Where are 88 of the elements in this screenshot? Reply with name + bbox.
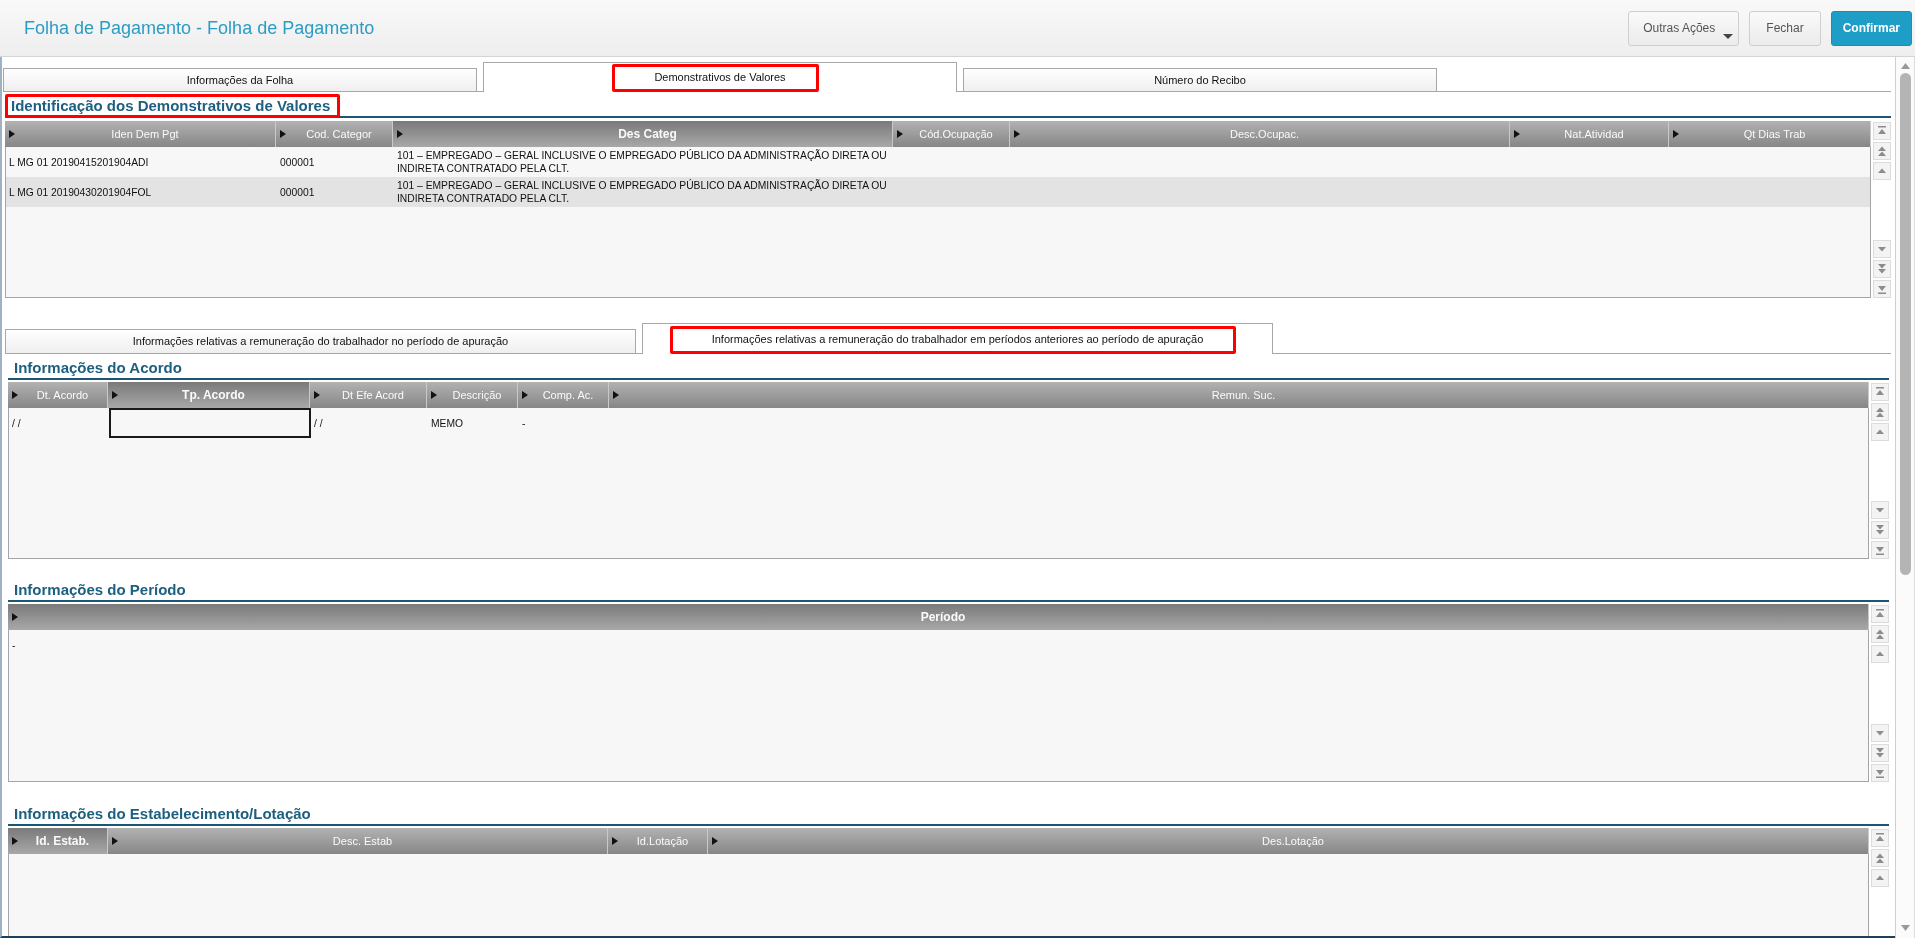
column-header[interactable]: Qt Dias Trab [1669,121,1871,147]
arrow-up-bar-icon[interactable] [1873,122,1891,140]
section-title: Informações do Período [14,580,186,598]
column-header[interactable]: Cod. Categor [276,121,393,147]
arrow-down-bar-icon[interactable] [1871,764,1889,782]
arrow-down-icon[interactable] [1871,501,1889,519]
caret-right-icon [280,130,286,138]
column-header[interactable]: Id.Lotação [608,828,708,854]
caret-right-icon [712,837,718,845]
caret-right-icon [12,391,18,399]
column-header[interactable]: Tp. Acordo [108,382,310,408]
confirm-button[interactable]: Confirmar [1830,10,1912,46]
caret-right-icon [613,391,619,399]
column-header[interactable]: Des Categ [393,121,893,147]
caret-down-icon [1723,33,1734,39]
column-header[interactable]: Período [8,604,1869,630]
caret-right-icon [9,130,15,138]
tab[interactable]: Informações da Folha [3,68,477,91]
section-title: Informações do Acordo [14,358,182,376]
table-cell-text: - [521,416,527,431]
arrow-up-icon[interactable] [1873,162,1891,180]
double-arrow-up-icon[interactable] [1871,849,1889,867]
table-cell-text: / / [11,416,22,431]
double-arrow-down-icon[interactable] [1873,260,1891,278]
table-cell-text: 000001 [279,155,316,170]
arrow-up-icon[interactable] [1871,869,1889,887]
more-actions-button[interactable]: Outras Ações [1628,10,1740,46]
caret-right-icon [522,391,528,399]
table-cell-text: 000001 [279,185,316,200]
double-arrow-up-icon[interactable] [1871,625,1889,643]
scrollbar-thumb[interactable] [1899,73,1911,575]
table-cell-text: - [11,638,17,653]
selected-cell[interactable] [109,408,311,438]
double-arrow-up-icon[interactable] [1871,403,1889,421]
column-header[interactable]: Dt. Acordo [8,382,108,408]
arrow-down-icon[interactable] [1900,925,1910,931]
caret-right-icon [112,391,118,399]
section-title: Identificação dos Demonstrativos de Valores [11,96,331,114]
close-button[interactable]: Fechar [1749,10,1821,46]
table-row[interactable]: L MG 01 20190430201904FOL 000001 101 – EMPREGADO – GERAL INCLUSIVE O EMPREGADO PÚBLICO DA ADMINISTRAÇÃO DIRETA OU INDIRETA CONTRATADO PELA CLT. [6,177,1870,207]
caret-right-icon [12,613,18,621]
window-title: Folha de Pagamento - Folha de Pagamento [24,17,376,39]
table-cell-text: / / [313,416,324,431]
tab[interactable]: Demonstrativos de Valores [483,62,957,92]
caret-right-icon [612,837,618,845]
arrow-down-bar-icon[interactable] [1871,541,1889,559]
column-header[interactable]: Iden Dem Pgt [5,121,276,147]
column-header[interactable]: Nat.Atividad [1510,121,1669,147]
arrow-up-bar-icon[interactable] [1871,383,1889,401]
page-scrollbar[interactable] [1895,57,1915,938]
table-cell-text: L MG 01 20190430201904FOL [8,185,153,200]
column-header[interactable]: Des.Lotação [708,828,1869,854]
caret-right-icon [397,130,403,138]
double-arrow-down-icon[interactable] [1871,744,1889,762]
arrow-down-bar-icon[interactable] [1873,280,1891,298]
caret-right-icon [1673,130,1679,138]
table-cell-text: MEMO [430,416,465,431]
caret-right-icon [897,130,903,138]
caret-right-icon [12,837,18,845]
caret-right-icon [1514,130,1520,138]
tab[interactable]: Informações relativas a remuneração do trabalhador em períodos anteriores ao período de apuração [642,323,1273,354]
section-title: Informações do Estabelecimento/Lotação [14,804,311,822]
column-header[interactable]: Desc.Ocupac. [1010,121,1510,147]
arrow-up-icon[interactable] [1871,423,1889,441]
table-cell-text: L MG 01 20190415201904ADI [8,155,150,170]
table-cell-text: 101 – EMPREGADO – GERAL INCLUSIVE O EMPREGADO PÚBLICO DA ADMINISTRAÇÃO DIRETA OU INDIRETA CONTRATADO PELA CLT. [396,178,888,206]
column-header[interactable]: Remun. Suc. [609,382,1869,408]
column-header[interactable]: Id. Estab. [8,828,108,854]
column-header[interactable]: Cód.Ocupação [893,121,1010,147]
tab[interactable]: Número do Recibo [963,68,1437,91]
arrow-up-bar-icon[interactable] [1871,829,1889,847]
column-header[interactable]: Dt Efe Acord [310,382,427,408]
arrow-down-icon[interactable] [1871,724,1889,742]
double-arrow-up-icon[interactable] [1873,142,1891,160]
double-arrow-down-icon[interactable] [1871,521,1889,539]
caret-right-icon [314,391,320,399]
arrow-down-icon[interactable] [1873,240,1891,258]
column-header[interactable]: Descrição [427,382,518,408]
column-header[interactable]: Desc. Estab [108,828,608,854]
tab[interactable]: Informações relativas a remuneração do trabalhador no período de apuração [5,329,636,353]
caret-right-icon [1014,130,1020,138]
arrow-up-icon[interactable] [1900,63,1910,69]
caret-right-icon [112,837,118,845]
arrow-up-icon[interactable] [1871,645,1889,663]
table-cell-text: 101 – EMPREGADO – GERAL INCLUSIVE O EMPREGADO PÚBLICO DA ADMINISTRAÇÃO DIRETA OU INDIRETA CONTRATADO PELA CLT. [396,148,888,176]
caret-right-icon [431,391,437,399]
arrow-up-bar-icon[interactable] [1871,605,1889,623]
column-header[interactable]: Comp. Ac. [518,382,609,408]
